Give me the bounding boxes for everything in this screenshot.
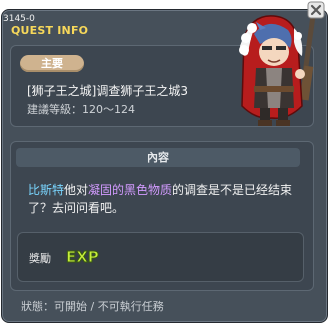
item-name: 凝固的黑色物质 [88, 183, 173, 197]
npc-name-link: 比斯特 [28, 183, 65, 197]
quest-description: 比斯特他对凝固的黑色物质的调查是不是已经结束了？去问问看吧。 [28, 181, 304, 217]
quest-level: 建議等級：120～124 [27, 103, 135, 116]
window-title: QUEST INFO [11, 24, 89, 37]
reward-label: 獎勵 [29, 252, 51, 265]
quest-name: [狮子王之城]调查狮子王之城3 [27, 84, 188, 98]
close-icon [307, 1, 325, 19]
quest-id: 3145-0 [3, 14, 35, 24]
close-button[interactable] [306, 0, 326, 20]
exp-icon: EXP [64, 244, 100, 268]
npc-portrait [222, 8, 327, 128]
description-text: 他对 [64, 183, 89, 197]
quest-type-badge: 主要 [20, 55, 84, 72]
quest-status: 狀態：可開始 / 不可執行任務 [21, 300, 164, 313]
content-section-title: 內容 [16, 148, 300, 167]
reward-panel [17, 232, 304, 282]
exp-text: EXP [66, 248, 99, 266]
